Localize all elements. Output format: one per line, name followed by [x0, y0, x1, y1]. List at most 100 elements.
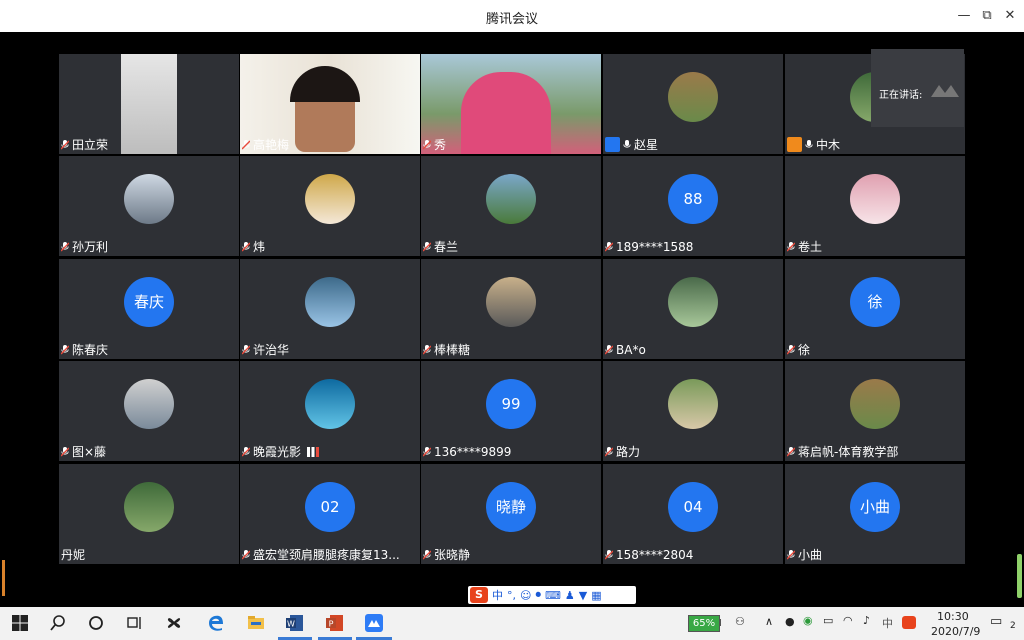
mic-muted-icon — [242, 345, 250, 355]
participant-tile[interactable]: 晓静 张晓静 — [421, 464, 601, 564]
participant-tile[interactable]: 晚霞光影 — [240, 361, 420, 461]
participant-tile[interactable]: 春兰 — [421, 156, 601, 256]
participant-name: 136****9899 — [434, 445, 512, 459]
participant-name: 丹妮 — [61, 548, 86, 562]
participant-tile[interactable]: 许治华 — [240, 259, 420, 359]
search-icon[interactable] — [48, 613, 68, 633]
tray-mic-icon[interactable]: ● — [785, 615, 795, 628]
participant-tile[interactable]: 炜 — [240, 156, 420, 256]
participant-tile[interactable]: BA*o — [603, 259, 783, 359]
avatar-initials: 晓静 — [486, 482, 536, 532]
avatar — [850, 174, 900, 224]
restore-button[interactable]: ⧉ — [976, 6, 998, 26]
participant-name: 许治华 — [253, 343, 290, 357]
tray-ime-lang[interactable]: 中 — [882, 615, 893, 631]
left-scroll-indicator[interactable] — [2, 560, 5, 596]
participant-tile[interactable]: 小曲 小曲 — [785, 464, 965, 564]
mic-muted-icon — [787, 242, 795, 252]
sogou-logo-icon[interactable]: S — [470, 587, 488, 603]
emoji-icon[interactable]: ☺ — [520, 589, 531, 602]
participant-tile[interactable]: 99 136****9899 — [421, 361, 601, 461]
cortana-icon[interactable] — [86, 613, 106, 633]
clock-date[interactable]: 2020/7/9 — [931, 625, 980, 638]
tray-expand-icon[interactable]: ∧ — [765, 615, 773, 628]
participant-tile[interactable]: 卷土 — [785, 156, 965, 256]
tencent-meeting-icon[interactable] — [364, 613, 384, 633]
participant-name: 蒋启帆-体育教学部 — [798, 445, 899, 459]
mic-muted-icon — [423, 242, 431, 252]
participant-tile[interactable]: 路力 — [603, 361, 783, 461]
speaker-logo-icon — [931, 85, 959, 97]
keyboard-icon[interactable]: ⌨ — [545, 589, 561, 602]
person-hair — [290, 66, 360, 102]
participant-nameplate: 路力 — [605, 443, 640, 461]
clock-time[interactable]: 10:30 — [937, 610, 969, 623]
participant-tile[interactable]: 孙万利 — [59, 156, 239, 256]
windows-start-icon[interactable] — [10, 613, 30, 633]
cohost-badge-icon — [787, 137, 802, 152]
mic-muted-icon — [61, 447, 69, 457]
app-fan-icon[interactable] — [164, 613, 184, 633]
participant-name: 158****2804 — [616, 548, 694, 562]
tray-device-icon[interactable]: ▭ — [823, 614, 833, 627]
participant-nameplate: 189****1588 — [605, 238, 693, 256]
participant-tile[interactable]: 图×藤 — [59, 361, 239, 461]
participant-nameplate: 盛宏堂颈肩腰腿疼康复13... — [242, 546, 400, 564]
avatar — [486, 277, 536, 327]
battery-indicator[interactable]: 65% — [688, 615, 720, 632]
avatar — [305, 174, 355, 224]
participant-name: 小曲 — [798, 548, 823, 562]
participant-tile[interactable]: 02 盛宏堂颈肩腰腿疼康复13... — [240, 464, 420, 564]
toolbox-icon[interactable]: ▦ — [591, 589, 601, 602]
participant-tile[interactable]: 棒棒糖 — [421, 259, 601, 359]
avatar-initials: 春庆 — [124, 277, 174, 327]
edge-browser-icon[interactable] — [206, 613, 226, 633]
participant-tile[interactable]: 丹妮 — [59, 464, 239, 564]
avatar — [668, 277, 718, 327]
skin-icon[interactable]: ▼ — [579, 589, 587, 602]
ime-punct-toggle[interactable]: °, — [507, 589, 516, 602]
signal-strength-icon — [307, 447, 320, 457]
voice-icon[interactable]: ⏺ — [535, 588, 541, 602]
minimize-button[interactable]: — — [953, 6, 975, 26]
participant-name: 中木 — [816, 138, 841, 152]
participant-name: 赵星 — [634, 138, 659, 152]
participant-nameplate: 田立荣 — [61, 136, 108, 154]
notification-icon[interactable]: ▭ — [990, 614, 1002, 629]
ime-lang-toggle[interactable]: 中 — [492, 587, 503, 603]
participant-nameplate: 赵星 — [605, 136, 658, 154]
participant-tile[interactable]: 88 189****1588 — [603, 156, 783, 256]
volume-icon[interactable]: ♪ — [863, 614, 870, 627]
file-explorer-icon[interactable] — [246, 613, 266, 633]
participant-nameplate: 晚霞光影 — [242, 443, 320, 461]
task-view-icon[interactable] — [124, 613, 144, 633]
mic-muted-icon — [787, 345, 795, 355]
participant-tile[interactable]: 徐徐 — [785, 259, 965, 359]
people-icon[interactable]: ⚇ — [735, 615, 745, 628]
wifi-icon[interactable]: ◠ — [843, 614, 853, 627]
participant-tile[interactable]: 高艳梅 — [240, 54, 420, 154]
avatar — [668, 72, 718, 122]
participant-nameplate: 棒棒糖 — [423, 341, 470, 359]
mic-muted-icon — [423, 140, 431, 150]
tray-sogou-icon[interactable] — [902, 616, 916, 629]
participant-name: BA*o — [616, 343, 646, 357]
participant-tile[interactable]: 蒋启帆-体育教学部 — [785, 361, 965, 461]
participant-tile[interactable]: 春庆 陈春庆 — [59, 259, 239, 359]
tray-app-green-icon[interactable]: ◉ — [803, 614, 813, 627]
powerpoint-icon[interactable]: P — [325, 613, 345, 633]
participant-name: 晚霞光影 — [253, 445, 302, 459]
word-icon[interactable]: W — [285, 613, 305, 633]
participant-tile[interactable]: 04 158****2804 — [603, 464, 783, 564]
participant-name: 田立荣 — [72, 138, 109, 152]
participant-nameplate: 春兰 — [423, 238, 458, 256]
participant-nameplate: 丹妮 — [61, 546, 85, 564]
user-icon[interactable]: ♟ — [565, 589, 575, 602]
participant-tile[interactable]: 田立荣 — [59, 54, 239, 154]
participant-name: 棒棒糖 — [434, 343, 471, 357]
participant-tile[interactable]: 秀 — [421, 54, 601, 154]
title-bar: 腾讯会议 — ⧉ ✕ — [0, 0, 1024, 32]
close-button[interactable]: ✕ — [999, 6, 1021, 26]
avatar — [124, 482, 174, 532]
participant-tile[interactable]: 赵星 — [603, 54, 783, 154]
